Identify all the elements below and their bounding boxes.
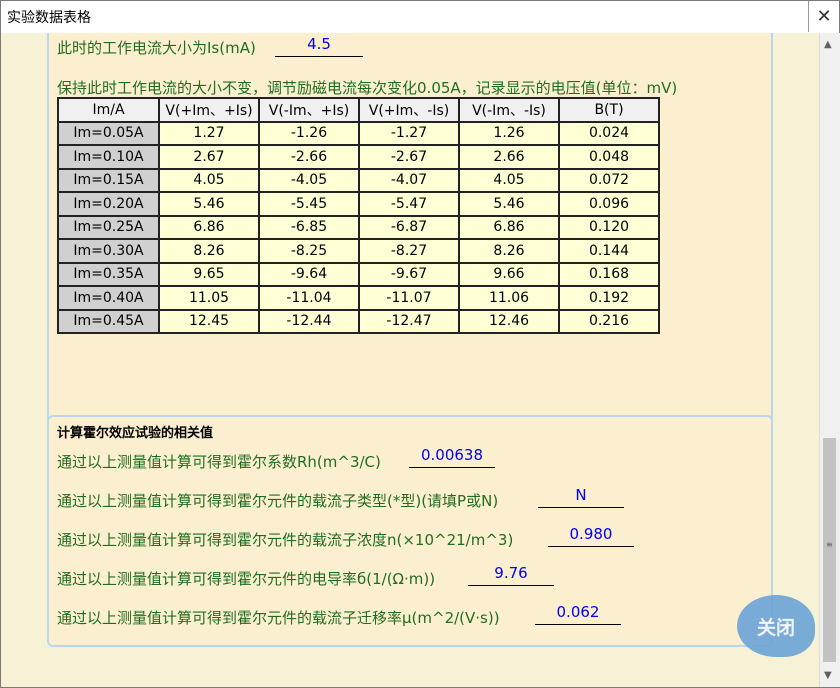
table-row: Im=0.30A 8.26 -8.25 -8.27 8.26 0.144	[57, 238, 660, 264]
table-cell[interactable]: 11.06	[458, 285, 560, 311]
table-cell[interactable]: -9.64	[258, 261, 360, 287]
table-cell[interactable]: -12.47	[358, 308, 460, 334]
current-value-field[interactable]: 4.5	[275, 34, 363, 57]
table-cell[interactable]: -5.47	[358, 191, 460, 217]
instruction-text: 保持此时工作电流的大小不变，调节励磁电流每次变化0.05A，记录显示的电压值(单…	[57, 79, 678, 97]
table-cell[interactable]: -1.27	[358, 120, 460, 146]
table-cell[interactable]: -5.45	[258, 191, 360, 217]
mobility-label: 通过以上测量值计算可得到霍尔元件的载流子迁移率μ(m^2/(V·s))	[57, 609, 500, 627]
table-cell[interactable]: 4.05	[158, 167, 260, 193]
window-title: 实验数据表格	[7, 10, 91, 26]
concentration-field[interactable]: 0.980	[548, 524, 634, 547]
vertical-scrollbar[interactable]: ▲ ≡ ▼	[819, 33, 840, 687]
table-cell[interactable]: 9.65	[158, 261, 260, 287]
table-cell[interactable]: -11.07	[358, 285, 460, 311]
column-header: B(T)	[558, 97, 660, 123]
content-area: 此时的工作电流大小为Is(mA) 4.5 保持此时工作电流的大小不变，调节励磁电…	[1, 33, 819, 687]
rh-label: 通过以上测量值计算可得到霍尔系数Rh(m^3/C)	[57, 453, 381, 471]
row-header: Im=0.30A	[57, 238, 160, 264]
table-cell[interactable]: -11.04	[258, 285, 360, 311]
table-row: Im=0.25A 6.86 -6.85 -6.87 6.86 0.120	[57, 214, 660, 240]
current-label: 此时的工作电流大小为Is(mA)	[57, 39, 256, 57]
column-header: V(-Im、+Is)	[258, 97, 360, 123]
table-cell[interactable]: 0.216	[558, 308, 660, 334]
close-icon[interactable]: ✕	[808, 1, 839, 32]
table-cell[interactable]: -4.07	[358, 167, 460, 193]
carrier-type-label: 通过以上测量值计算可得到霍尔元件的载流子类型(*型)(请填P或N)	[57, 492, 499, 510]
table-cell[interactable]: 4.05	[458, 167, 560, 193]
table-header-row: Im/A V(+Im、+Is) V(-Im、+Is) V(+Im、-Is) V(-Im、…	[57, 97, 660, 123]
row-header: Im=0.25A	[57, 214, 160, 240]
table-cell[interactable]: 9.66	[458, 261, 560, 287]
conductivity-field[interactable]: 9.76	[468, 563, 554, 586]
table-row: Im=0.45A 12.45 -12.44 -12.47 12.46 0.216	[57, 308, 660, 334]
row-header: Im=0.05A	[57, 120, 160, 146]
table-cell[interactable]: -4.05	[258, 167, 360, 193]
scroll-thumb[interactable]: ≡	[823, 438, 836, 662]
table-cell[interactable]: 8.26	[458, 238, 560, 264]
table-cell[interactable]: -6.87	[358, 214, 460, 240]
table-cell[interactable]: 1.26	[458, 120, 560, 146]
row-header: Im=0.45A	[57, 308, 160, 334]
table-cell[interactable]: 0.072	[558, 167, 660, 193]
table-cell[interactable]: -2.66	[258, 144, 360, 170]
table-cell[interactable]: 6.86	[458, 214, 560, 240]
table-row: Im=0.05A 1.27 -1.26 -1.27 1.26 0.024	[57, 120, 660, 146]
grip-icon: ≡	[826, 540, 833, 549]
table-cell[interactable]: 6.86	[158, 214, 260, 240]
table-row: Im=0.10A 2.67 -2.66 -2.67 2.66 0.048	[57, 144, 660, 170]
concentration-label: 通过以上测量值计算可得到霍尔元件的载流子浓度n(×10^21/m^3)	[57, 531, 514, 549]
table-cell[interactable]: 0.120	[558, 214, 660, 240]
table-cell[interactable]: 1.27	[158, 120, 260, 146]
table-cell[interactable]: 0.048	[558, 144, 660, 170]
carrier-type-field[interactable]: N	[538, 485, 624, 508]
table-cell[interactable]: 0.024	[558, 120, 660, 146]
row-header: Im=0.20A	[57, 191, 160, 217]
table-cell[interactable]: 0.096	[558, 191, 660, 217]
column-header: Im/A	[57, 97, 160, 123]
measurement-table: Im/A V(+Im、+Is) V(-Im、+Is) V(+Im、-Is) V(-Im、…	[57, 97, 660, 334]
table-row: Im=0.15A 4.05 -4.05 -4.07 4.05 0.072	[57, 167, 660, 193]
table-cell[interactable]: -8.25	[258, 238, 360, 264]
table-cell[interactable]: 2.67	[158, 144, 260, 170]
table-row: Im=0.20A 5.46 -5.45 -5.47 5.46 0.096	[57, 191, 660, 217]
table-cell[interactable]: -2.67	[358, 144, 460, 170]
row-header: Im=0.40A	[57, 285, 160, 311]
mobility-field[interactable]: 0.062	[535, 602, 621, 625]
table-cell[interactable]: 0.144	[558, 238, 660, 264]
column-header: V(+Im、-Is)	[358, 97, 460, 123]
table-cell[interactable]: -6.85	[258, 214, 360, 240]
table-row: Im=0.35A 9.65 -9.64 -9.67 9.66 0.168	[57, 261, 660, 287]
column-header: V(+Im、+Is)	[158, 97, 260, 123]
calculation-title: 计算霍尔效应试验的相关值	[57, 426, 214, 441]
row-header: Im=0.15A	[57, 167, 160, 193]
table-cell[interactable]: 5.46	[458, 191, 560, 217]
table-cell[interactable]: -1.26	[258, 120, 360, 146]
table-cell[interactable]: -8.27	[358, 238, 460, 264]
dialog-window: 实验数据表格 ✕ 此时的工作电流大小为Is(mA) 4.5 保持此时工作电流的大…	[0, 0, 840, 688]
table-cell[interactable]: 2.66	[458, 144, 560, 170]
table-cell[interactable]: 11.05	[158, 285, 260, 311]
table-cell[interactable]: 0.192	[558, 285, 660, 311]
table-cell[interactable]: -12.44	[258, 308, 360, 334]
table-cell[interactable]: 0.168	[558, 261, 660, 287]
scroll-up-icon[interactable]: ▲	[824, 39, 832, 50]
rh-value-field[interactable]: 0.00638	[409, 445, 495, 468]
table-cell[interactable]: 8.26	[158, 238, 260, 264]
close-button[interactable]: 关闭	[737, 595, 815, 657]
title-bar: 实验数据表格 ✕	[1, 1, 839, 34]
table-cell[interactable]: 12.45	[158, 308, 260, 334]
row-header: Im=0.35A	[57, 261, 160, 287]
table-cell[interactable]: 5.46	[158, 191, 260, 217]
table-cell[interactable]: -9.67	[358, 261, 460, 287]
scroll-down-icon[interactable]: ▼	[824, 670, 832, 681]
column-header: V(-Im、-Is)	[458, 97, 560, 123]
row-header: Im=0.10A	[57, 144, 160, 170]
table-cell[interactable]: 12.46	[458, 308, 560, 334]
conductivity-label: 通过以上测量值计算可得到霍尔元件的电导率б(1/(Ω·m))	[57, 570, 436, 588]
table-row: Im=0.40A 11.05 -11.04 -11.07 11.06 0.192	[57, 285, 660, 311]
